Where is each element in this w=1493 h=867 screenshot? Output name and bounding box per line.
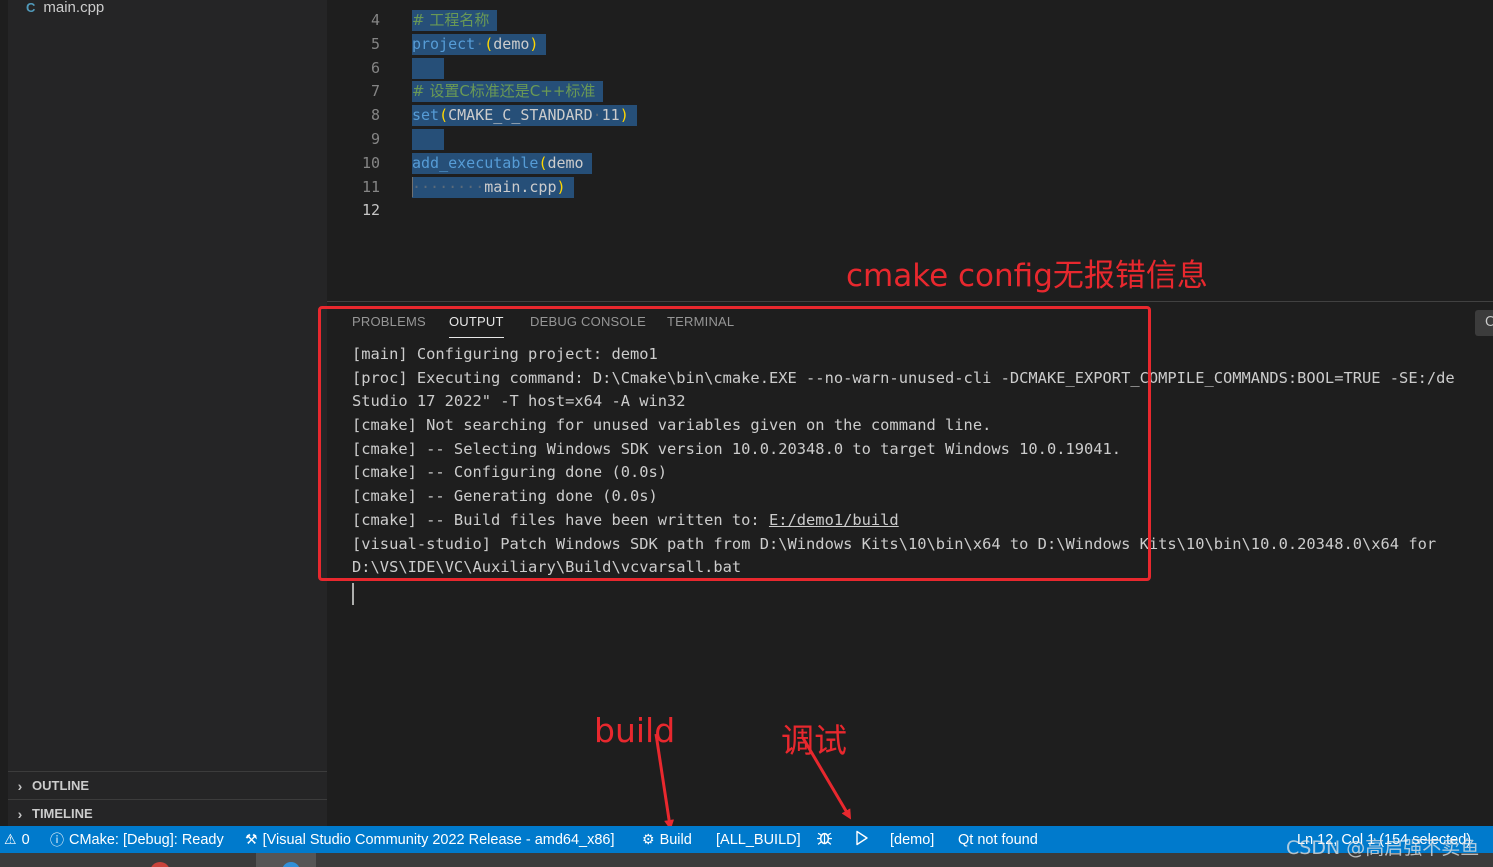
output-channel-select[interactable]: C bbox=[1475, 310, 1493, 336]
code-token: main.cpp bbox=[484, 177, 557, 196]
line-number: 12 bbox=[361, 201, 380, 220]
code-token: # 设置C标准还是C++标准 bbox=[412, 82, 596, 101]
code-token: CMAKE_C_STANDARD bbox=[448, 106, 593, 125]
code-text: add_executable(demo bbox=[412, 152, 592, 174]
code-token: project bbox=[412, 34, 476, 53]
code-token: # 工程名称 bbox=[412, 11, 490, 29]
watermark: CSDN @高启强不卖鱼 bbox=[1286, 837, 1480, 859]
gear-icon: ⚙ bbox=[642, 831, 655, 847]
code-line[interactable]: 11 ········main.cpp) bbox=[327, 175, 1493, 199]
output-cursor bbox=[352, 583, 354, 605]
file-name: main.cpp bbox=[43, 0, 105, 16]
code-text: set(CMAKE_C_STANDARD·11) bbox=[412, 105, 637, 127]
line-number: 8 bbox=[370, 106, 380, 125]
outline-label: OUTLINE bbox=[32, 778, 90, 793]
code-text: project·(demo) bbox=[412, 33, 547, 55]
code-line[interactable]: 4 # 工程名称 bbox=[327, 8, 1493, 32]
code-text bbox=[412, 57, 444, 79]
problems-status[interactable]: ⚠ 0 bbox=[4, 826, 30, 853]
code-text: # 工程名称 bbox=[412, 10, 498, 31]
code-text bbox=[412, 129, 444, 150]
code-line[interactable]: 10 add_executable(demo bbox=[327, 151, 1493, 175]
code-token: · bbox=[475, 34, 485, 53]
line-number: 10 bbox=[361, 153, 380, 172]
code-line[interactable]: 12 bbox=[327, 198, 1493, 222]
cmake-status[interactable]: ⓘ CMake: [Debug]: Ready bbox=[50, 826, 224, 853]
taskbar-app-icon[interactable] bbox=[150, 862, 170, 867]
code-line[interactable]: 8 set(CMAKE_C_STANDARD·11) bbox=[327, 103, 1493, 127]
annotation-debug-note: 调试 bbox=[781, 721, 847, 760]
cmake-status-text: CMake: [Debug]: Ready bbox=[69, 831, 224, 848]
build-label: Build bbox=[659, 831, 692, 848]
os-taskbar bbox=[0, 853, 1493, 867]
warning-icon: ⚠ bbox=[4, 831, 17, 847]
code-token: ( bbox=[484, 34, 494, 53]
line-number: 6 bbox=[370, 58, 380, 77]
code-line[interactable]: 7 # 设置C标准还是C++标准 bbox=[327, 79, 1493, 103]
warning-count: 0 bbox=[21, 831, 30, 848]
outline-section-header[interactable]: › OUTLINE bbox=[8, 771, 327, 799]
line-number: 9 bbox=[370, 130, 380, 148]
qt-status[interactable]: Qt not found bbox=[958, 826, 1038, 853]
code-token: · bbox=[592, 106, 602, 125]
play-icon bbox=[855, 830, 869, 850]
build-target-selector[interactable]: [ALL_BUILD] bbox=[716, 826, 801, 853]
run-button[interactable] bbox=[855, 826, 869, 853]
line-number: 7 bbox=[370, 82, 380, 101]
chevron-right-icon: › bbox=[17, 777, 23, 794]
code-token: ) bbox=[556, 177, 566, 196]
status-bar: ⚠ 0 ⓘ CMake: [Debug]: Ready ⚒ [Visual St… bbox=[0, 826, 1493, 853]
code-token: set bbox=[412, 106, 440, 125]
code-token: add_executable bbox=[412, 153, 539, 172]
code-line[interactable]: 9 bbox=[327, 127, 1493, 151]
code-text: # 设置C标准还是C++标准 bbox=[412, 81, 604, 103]
code-token: ) bbox=[619, 106, 629, 125]
code-token: demo bbox=[547, 153, 584, 172]
kit-text: [Visual Studio Community 2022 Release - … bbox=[262, 831, 615, 848]
code-text: ········main.cpp) bbox=[412, 176, 574, 198]
code-token: ) bbox=[529, 34, 539, 53]
cmake-kit-selector[interactable]: ⚒ [Visual Studio Community 2022 Release … bbox=[245, 826, 615, 853]
line-number: 4 bbox=[370, 11, 380, 29]
debug-button[interactable] bbox=[816, 826, 833, 853]
explorer-sidebar: C main.cpp › OUTLINE › TIMELINE bbox=[0, 0, 327, 826]
text-cursor bbox=[412, 176, 413, 197]
code-token: 11 bbox=[601, 106, 620, 125]
info-icon: ⓘ bbox=[50, 831, 64, 848]
code-token: ( bbox=[439, 106, 449, 125]
timeline-section-header[interactable]: › TIMELINE bbox=[8, 799, 327, 827]
code-line[interactable]: 6 bbox=[327, 56, 1493, 80]
line-number: 11 bbox=[361, 177, 380, 196]
launch-target-selector[interactable]: [demo] bbox=[890, 826, 934, 853]
annotation-box bbox=[318, 306, 1151, 581]
tools-icon: ⚒ bbox=[245, 831, 258, 847]
chevron-right-icon: › bbox=[17, 805, 23, 822]
build-button[interactable]: ⚙ Build bbox=[642, 826, 692, 853]
annotation-config-note: cmake config无报错信息 bbox=[846, 258, 1208, 294]
activity-bar-edge bbox=[0, 0, 8, 826]
code-line[interactable]: 5 project·(demo) bbox=[327, 32, 1493, 56]
file-item-main-cpp[interactable]: C main.cpp bbox=[26, 0, 104, 18]
code-token: ········ bbox=[412, 177, 485, 196]
annotation-build-note: build bbox=[594, 711, 676, 750]
cpp-file-icon: C bbox=[26, 0, 36, 15]
line-number: 5 bbox=[370, 34, 380, 53]
bug-icon bbox=[816, 829, 833, 850]
code-token: demo bbox=[493, 34, 530, 53]
timeline-label: TIMELINE bbox=[32, 806, 93, 821]
